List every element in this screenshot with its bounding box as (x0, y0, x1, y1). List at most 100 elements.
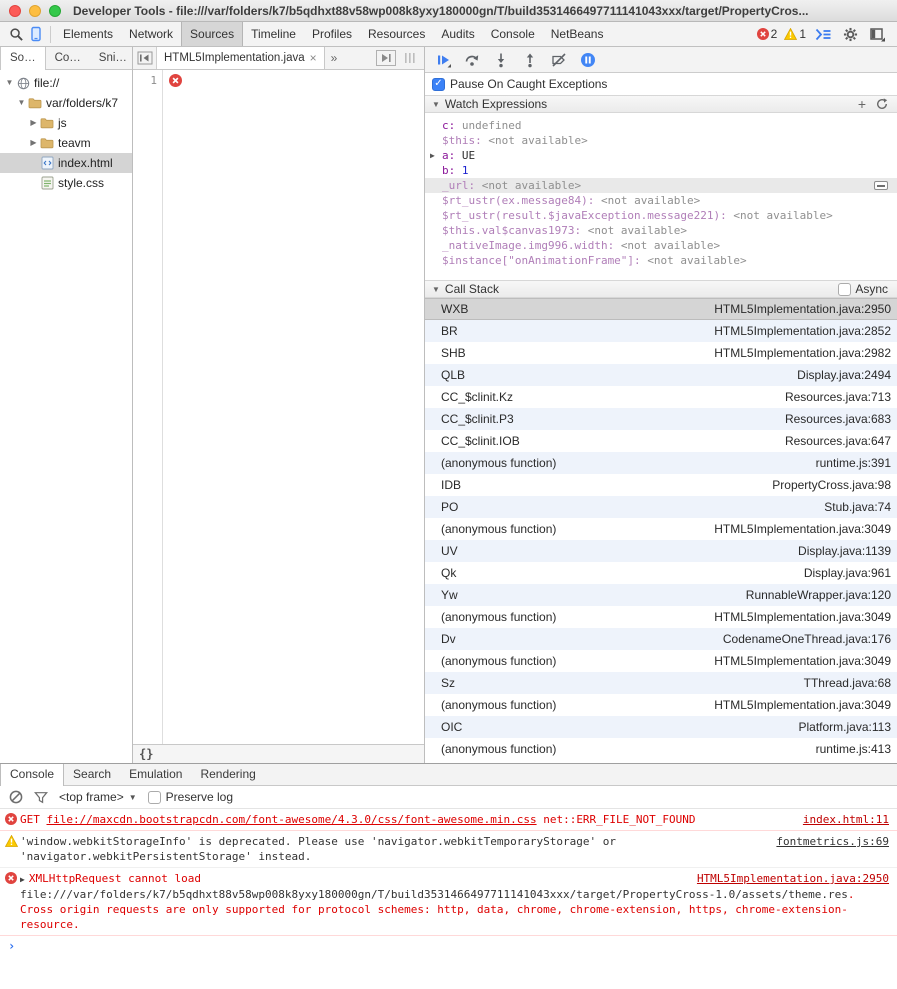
call-stack-frame[interactable]: SHBHTML5Implementation.java:2982 (425, 342, 897, 364)
watch-expression-row[interactable]: _url: <not available> (425, 178, 897, 193)
pause-on-caught-row[interactable]: Pause On Caught Exceptions (425, 73, 897, 95)
tab-overflow-chevron[interactable]: » (325, 47, 344, 69)
message-source-link[interactable]: fontmetrics.js:69 (776, 834, 889, 849)
dock-side-button[interactable] (867, 25, 887, 43)
drawer-tab-emulation[interactable]: Emulation (120, 764, 191, 785)
step-into-button[interactable] (493, 52, 509, 68)
show-console-drawer-button[interactable] (813, 25, 833, 43)
async-checkbox[interactable] (838, 283, 851, 296)
toolbar-tab-netbeans[interactable]: NetBeans (543, 22, 612, 46)
tree-item-index-html[interactable]: index.html (0, 153, 132, 173)
tree-item-file-[interactable]: ▼file:// (0, 73, 132, 93)
sidebar-pane-tab[interactable]: Co… (46, 47, 90, 69)
console-prompt[interactable]: › (0, 936, 897, 944)
tree-expander-closed-icon[interactable]: ▶ (28, 133, 39, 153)
watch-expression-row[interactable]: $rt_ustr(result.$javaException.message22… (425, 208, 897, 223)
warning-count-badge[interactable]: 1 (784, 27, 806, 41)
remove-watch-button[interactable] (874, 181, 888, 190)
pause-on-exceptions-button[interactable] (580, 52, 596, 68)
watch-expression-row[interactable]: $rt_ustr(ex.message84): <not available> (425, 193, 897, 208)
message-source-link[interactable]: HTML5Implementation.java:2950 (697, 871, 889, 886)
clear-console-button[interactable] (9, 790, 23, 804)
toolbar-tab-sources[interactable]: Sources (181, 22, 243, 46)
message-url-link[interactable]: file://maxcdn.bootstrapcdn.com/font-awes… (47, 813, 537, 826)
watch-expressions-header[interactable]: ▼ Watch Expressions + (425, 95, 897, 113)
pause-on-caught-checkbox[interactable] (432, 78, 445, 91)
toolbar-tab-audits[interactable]: Audits (433, 22, 482, 46)
call-stack-frame[interactable]: (anonymous function)HTML5Implementation.… (425, 694, 897, 716)
call-stack-frame[interactable]: QkDisplay.java:961 (425, 562, 897, 584)
call-stack-frame[interactable]: CC_$clinit.KzResources.java:713 (425, 386, 897, 408)
watch-expression-row[interactable]: $this: <not available> (425, 133, 897, 148)
call-stack-frame[interactable]: CC_$clinit.P3Resources.java:683 (425, 408, 897, 430)
call-stack-frame[interactable]: DvCodenameOneThread.java:176 (425, 628, 897, 650)
toolbar-tab-network[interactable]: Network (121, 22, 181, 46)
close-tab-icon[interactable]: × (310, 47, 317, 69)
call-stack-frame[interactable]: QLBDisplay.java:2494 (425, 364, 897, 386)
step-over-button[interactable] (464, 52, 480, 68)
editor-body[interactable]: 1 (133, 70, 424, 744)
tree-expander-open-icon[interactable]: ▼ (16, 93, 27, 113)
close-window-button[interactable] (9, 5, 21, 17)
call-stack-header[interactable]: ▼ Call Stack Async (425, 280, 897, 298)
settings-button[interactable] (840, 25, 860, 43)
step-out-button[interactable] (522, 52, 538, 68)
device-mode-button[interactable] (26, 25, 46, 43)
run-snippet-icon[interactable] (376, 50, 396, 66)
pretty-print-button[interactable]: {} (139, 747, 153, 761)
filter-icon[interactable] (34, 791, 48, 804)
tree-item-style-css[interactable]: style.css (0, 173, 132, 193)
toolbar-tab-console[interactable]: Console (483, 22, 543, 46)
watch-expression-row[interactable]: c: undefined (425, 118, 897, 133)
frame-selector[interactable]: <top frame> ▼ (59, 790, 137, 804)
call-stack-frame[interactable]: (anonymous function)runtime.js:391 (425, 452, 897, 474)
zoom-window-button[interactable] (49, 5, 61, 17)
section-collapse-icon[interactable]: ▼ (432, 285, 440, 294)
tree-expander-open-icon[interactable]: ▼ (4, 73, 15, 93)
message-source-link[interactable]: index.html:11 (803, 812, 889, 827)
sidebar-pane-tab[interactable]: Sni… (90, 47, 136, 69)
call-stack-frame[interactable]: (anonymous function)runtime.js:413 (425, 738, 897, 760)
tree-expander-closed-icon[interactable]: ▶ (28, 113, 39, 133)
call-stack-frame[interactable]: CC_$clinit.IOBResources.java:647 (425, 430, 897, 452)
watch-expression-row[interactable]: $this.val$canvas1973: <not available> (425, 223, 897, 238)
deactivate-breakpoints-button[interactable] (551, 52, 567, 68)
minimize-window-button[interactable] (29, 5, 41, 17)
toolbar-tab-elements[interactable]: Elements (55, 22, 121, 46)
refresh-watch-button[interactable] (876, 98, 888, 110)
drawer-tab-console[interactable]: Console (0, 764, 64, 786)
inspect-element-button[interactable] (6, 25, 26, 43)
add-watch-button[interactable]: + (858, 97, 866, 111)
call-stack-frame[interactable]: SzTThread.java:68 (425, 672, 897, 694)
toggle-navigator-button[interactable] (133, 47, 157, 69)
watch-expression-row[interactable]: ▶a: UE (425, 148, 897, 163)
toolbar-tab-profiles[interactable]: Profiles (304, 22, 360, 46)
call-stack-frame[interactable]: UVDisplay.java:1139 (425, 540, 897, 562)
call-stack-frame[interactable]: BRHTML5Implementation.java:2852 (425, 320, 897, 342)
drawer-tab-search[interactable]: Search (64, 764, 120, 785)
call-stack-frame[interactable]: (anonymous function)HTML5Implementation.… (425, 650, 897, 672)
preserve-log-checkbox[interactable] (148, 791, 161, 804)
resume-button[interactable] (435, 52, 451, 68)
error-count-badge[interactable]: 2 (757, 27, 778, 41)
call-stack-frame[interactable]: (anonymous function)HTML5Implementation.… (425, 518, 897, 540)
tree-item-teavm[interactable]: ▶teavm (0, 133, 132, 153)
expand-triangle-icon[interactable]: ▶ (20, 875, 25, 884)
call-stack-frame[interactable]: POStub.java:74 (425, 496, 897, 518)
call-stack-frame[interactable]: (anonymous function)HTML5Implementation.… (425, 606, 897, 628)
call-stack-frame[interactable]: OICPlatform.java:113 (425, 716, 897, 738)
call-stack-frame[interactable]: WXBHTML5Implementation.java:2950 (425, 298, 897, 320)
sidebar-pane-tab[interactable]: So… (0, 47, 46, 70)
async-toggle[interactable]: Async (838, 282, 890, 296)
drawer-tab-rendering[interactable]: Rendering (191, 764, 264, 785)
toolbar-tab-timeline[interactable]: Timeline (243, 22, 304, 46)
tree-item-js[interactable]: ▶js (0, 113, 132, 133)
tree-item-var-folders-k7[interactable]: ▼var/folders/k7 (0, 93, 132, 113)
code-area[interactable] (163, 70, 424, 744)
watch-expression-row[interactable]: $instance["onAnimationFrame"]: <not avai… (425, 253, 897, 268)
watch-expression-row[interactable]: _nativeImage.img996.width: <not availabl… (425, 238, 897, 253)
toolbar-tab-resources[interactable]: Resources (360, 22, 433, 46)
tree-expander-closed-icon[interactable]: ▶ (430, 148, 435, 163)
watch-expression-row[interactable]: b: 1 (425, 163, 897, 178)
call-stack-frame[interactable]: YwRunnableWrapper.java:120 (425, 584, 897, 606)
